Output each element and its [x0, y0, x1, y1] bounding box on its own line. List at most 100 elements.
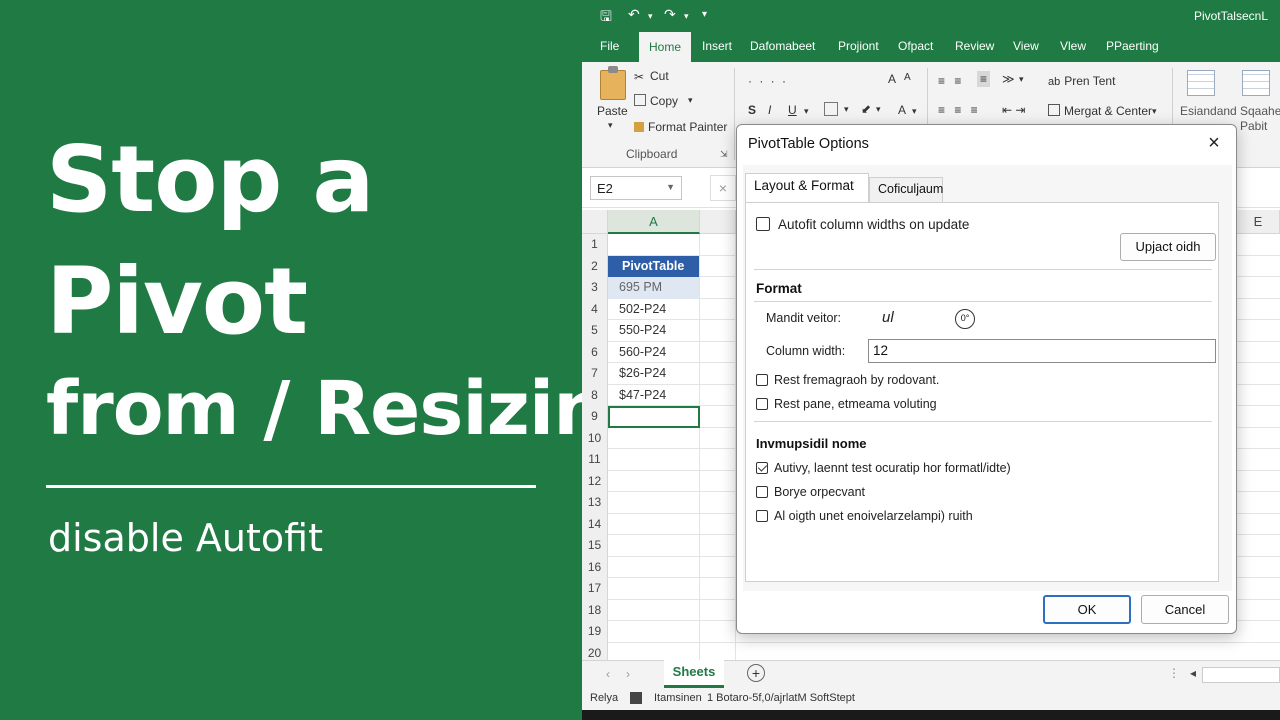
cell-b[interactable] [700, 320, 736, 342]
scroll-left-icon[interactable]: ‹ [606, 667, 610, 681]
tab-review[interactable]: Review [955, 39, 994, 53]
horizontal-scrollbar[interactable] [1202, 667, 1280, 683]
row-header[interactable]: 14 [582, 513, 608, 535]
row-header[interactable]: 7 [582, 363, 608, 385]
option3-checkbox[interactable] [756, 462, 768, 474]
tab-home[interactable]: Home [639, 32, 692, 62]
copy-dropdown-icon[interactable]: ▾ [688, 95, 693, 106]
indent-icons[interactable]: ⇤ ⇥ [1002, 103, 1025, 117]
row-header[interactable]: 12 [582, 470, 608, 492]
cell-a[interactable] [608, 556, 700, 578]
cell-b[interactable] [700, 535, 736, 557]
borders-icon[interactable] [824, 102, 838, 116]
borders-dropdown-icon[interactable]: ▾ [844, 104, 849, 115]
styles-item-2b[interactable]: Pabit [1240, 119, 1267, 133]
align-middle-icon[interactable]: ≡ [977, 71, 991, 87]
row-header[interactable]: 18 [582, 599, 608, 621]
ok-button[interactable]: OK [1043, 595, 1131, 624]
cell-a[interactable]: $26-P24 [608, 363, 700, 385]
tab-file[interactable]: File [600, 39, 619, 53]
add-sheet-icon[interactable]: + [747, 664, 765, 682]
cell-b[interactable] [700, 298, 736, 320]
row-header[interactable]: 4 [582, 298, 608, 320]
option2-checkbox[interactable] [756, 398, 768, 410]
clipboard-launcher-icon[interactable]: ⇲ [720, 149, 728, 160]
grow-font-button[interactable]: A [888, 72, 896, 86]
cell-b[interactable] [700, 427, 736, 449]
merge-dropdown-icon[interactable]: ▾ [1152, 106, 1157, 117]
cell-b[interactable] [700, 513, 736, 535]
row-header[interactable]: 16 [582, 556, 608, 578]
bold-button[interactable]: S [748, 103, 756, 117]
cell-a[interactable] [608, 599, 700, 621]
tab-dafomabeet[interactable]: Dafomabeet [750, 39, 815, 53]
cell-b[interactable] [700, 255, 736, 277]
cell-a[interactable] [608, 427, 700, 449]
tab-ofpact[interactable]: Ofpact [898, 39, 933, 53]
row-header[interactable]: 19 [582, 621, 608, 643]
cell-a[interactable] [608, 406, 700, 428]
column-width-input[interactable]: 12 [868, 339, 1216, 363]
tab-vlew[interactable]: Vlew [1060, 39, 1086, 53]
cell-b[interactable] [700, 234, 736, 256]
tab-coficuljaum[interactable]: Coficuljaum [869, 177, 943, 203]
paste-button[interactable]: Paste [597, 104, 628, 118]
cell-b[interactable] [700, 492, 736, 514]
hscroll-left-icon[interactable]: ◂ [1190, 666, 1196, 680]
redo-dropdown-icon[interactable]: ▾ [684, 11, 689, 22]
name-box[interactable]: E2 ▼ [590, 176, 682, 200]
cell-b[interactable] [700, 470, 736, 492]
column-header-e[interactable]: E [1237, 210, 1280, 234]
undo-icon[interactable]: ↶ [628, 6, 640, 23]
align-left-center-right-icons[interactable]: ≡ ≡ ≡ [938, 103, 981, 117]
italic-button[interactable]: I [768, 103, 771, 117]
cell-b[interactable] [700, 599, 736, 621]
select-all-corner[interactable] [582, 210, 608, 234]
cell-b[interactable] [700, 406, 736, 428]
cell-a[interactable] [608, 449, 700, 471]
mandit-circle-icon[interactable]: 0° [955, 309, 975, 329]
row-header[interactable]: 6 [582, 341, 608, 363]
cancel-button[interactable]: Cancel [1141, 595, 1229, 624]
format-painter-button[interactable]: Format Painter [634, 120, 727, 134]
paste-dropdown-icon[interactable]: ▾ [608, 120, 613, 131]
cell-a[interactable]: $47-P24 [608, 384, 700, 406]
cell-b[interactable] [700, 449, 736, 471]
fill-color-icon[interactable]: ⬋ [861, 102, 871, 116]
row-header[interactable]: 11 [582, 449, 608, 471]
merge-center-button[interactable]: Mergat & Center [1048, 104, 1152, 118]
close-icon[interactable]: × [1202, 131, 1226, 155]
row-header[interactable]: 9 [582, 406, 608, 428]
row-header[interactable]: 8 [582, 384, 608, 406]
redo-icon[interactable]: ↷ [664, 6, 676, 23]
column-header-b[interactable] [700, 210, 736, 234]
customize-qat-icon[interactable]: ▾ [702, 9, 707, 20]
row-header[interactable]: 1 [582, 234, 608, 256]
cell-b[interactable] [700, 277, 736, 299]
update-button[interactable]: Upjact oidh [1120, 233, 1216, 261]
row-header[interactable]: 3 [582, 277, 608, 299]
font-name-box[interactable]: · · · · [748, 74, 788, 88]
font-color-dropdown-icon[interactable]: ▾ [912, 106, 917, 117]
cell-a[interactable] [608, 470, 700, 492]
save-icon[interactable]: 🖫 [600, 6, 612, 30]
cell-a[interactable] [608, 513, 700, 535]
fill-dropdown-icon[interactable]: ▾ [876, 104, 881, 115]
name-box-dropdown-icon[interactable]: ▼ [666, 182, 675, 192]
orientation-dropdown-icon[interactable]: ▾ [1019, 74, 1024, 85]
cell-b[interactable] [700, 556, 736, 578]
column-header-a[interactable]: A [608, 210, 700, 234]
copy-button[interactable]: Copy [634, 94, 678, 108]
accessibility-icon[interactable] [630, 692, 642, 704]
cell-b[interactable] [700, 363, 736, 385]
styles-item-2[interactable]: Sqaahe [1240, 104, 1280, 118]
cell-a[interactable] [608, 621, 700, 643]
cell-a[interactable] [608, 234, 700, 256]
option1-checkbox[interactable] [756, 374, 768, 386]
row-header[interactable]: 17 [582, 578, 608, 600]
row-header[interactable]: 2 [582, 255, 608, 277]
tab-projiont[interactable]: Projiont [838, 39, 879, 53]
tab-layout-format[interactable]: Layout & Format [745, 173, 869, 203]
row-header[interactable]: 5 [582, 320, 608, 342]
option5-checkbox[interactable] [756, 510, 768, 522]
